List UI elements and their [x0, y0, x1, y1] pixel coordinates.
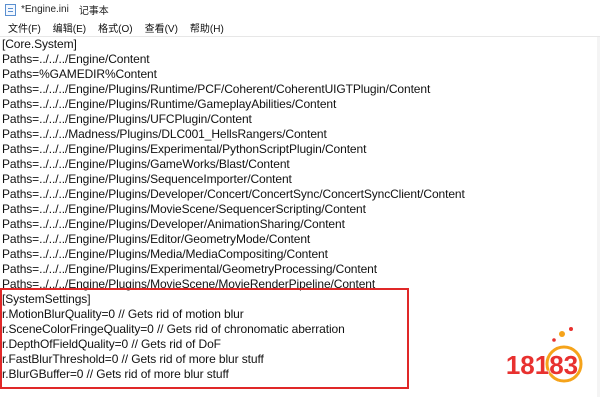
- app-name: 记事本: [78, 6, 109, 17]
- editor-line: Paths=../../../Engine/Plugins/MovieScene…: [2, 202, 366, 216]
- menu-bar: 文件(F) 编辑(E) 格式(O) 查看(V) 帮助(H): [0, 19, 600, 37]
- editor-line: Paths=../../../Engine/Plugins/Runtime/Ga…: [2, 97, 337, 111]
- menu-view[interactable]: 查看(V): [145, 20, 178, 35]
- menu-file[interactable]: 文件(F): [8, 20, 41, 35]
- editor-line: [Core.System]: [2, 37, 77, 51]
- editor-line: Paths=../../../Engine/Plugins/Developer/…: [2, 187, 465, 201]
- editor-line: Paths=../../../Engine/Plugins/Runtime/PC…: [2, 82, 431, 96]
- editor-line: Paths=../../../Engine/Plugins/Experiment…: [2, 142, 367, 156]
- editor-line: Paths=../../../Engine/Plugins/GameWorks/…: [2, 157, 290, 171]
- editor-line: Paths=../../../Engine/Content: [2, 52, 150, 66]
- menu-help[interactable]: 帮助(H): [190, 20, 224, 35]
- window-title: *Engine.ini: [21, 4, 69, 15]
- editor-line: Paths=../../../Engine/Plugins/Media/Medi…: [2, 247, 328, 261]
- editor-line: Paths=%GAMEDIR%Content: [2, 67, 157, 81]
- editor-line: Paths=../../../Engine/Plugins/Experiment…: [2, 262, 377, 276]
- notepad-icon: [5, 3, 16, 16]
- title-bar: *Engine.ini 记事本: [0, 0, 600, 19]
- editor-line: Paths=../../../Engine/Plugins/Editor/Geo…: [2, 232, 311, 246]
- highlight-box: [0, 288, 409, 389]
- watermark-logo: 18183: [505, 327, 583, 383]
- menu-edit[interactable]: 编辑(E): [53, 20, 86, 35]
- editor-line: Paths=../../../Engine/Plugins/Developer/…: [2, 217, 345, 231]
- watermark-text: 18183: [506, 350, 578, 380]
- menu-format[interactable]: 格式(O): [98, 20, 132, 35]
- editor-line: Paths=../../../Engine/Plugins/SequenceIm…: [2, 172, 292, 186]
- editor-line: Paths=../../../Engine/Plugins/UFCPlugin/…: [2, 112, 252, 126]
- editor-line: Paths=../../../Madness/Plugins/DLC001_He…: [2, 127, 327, 141]
